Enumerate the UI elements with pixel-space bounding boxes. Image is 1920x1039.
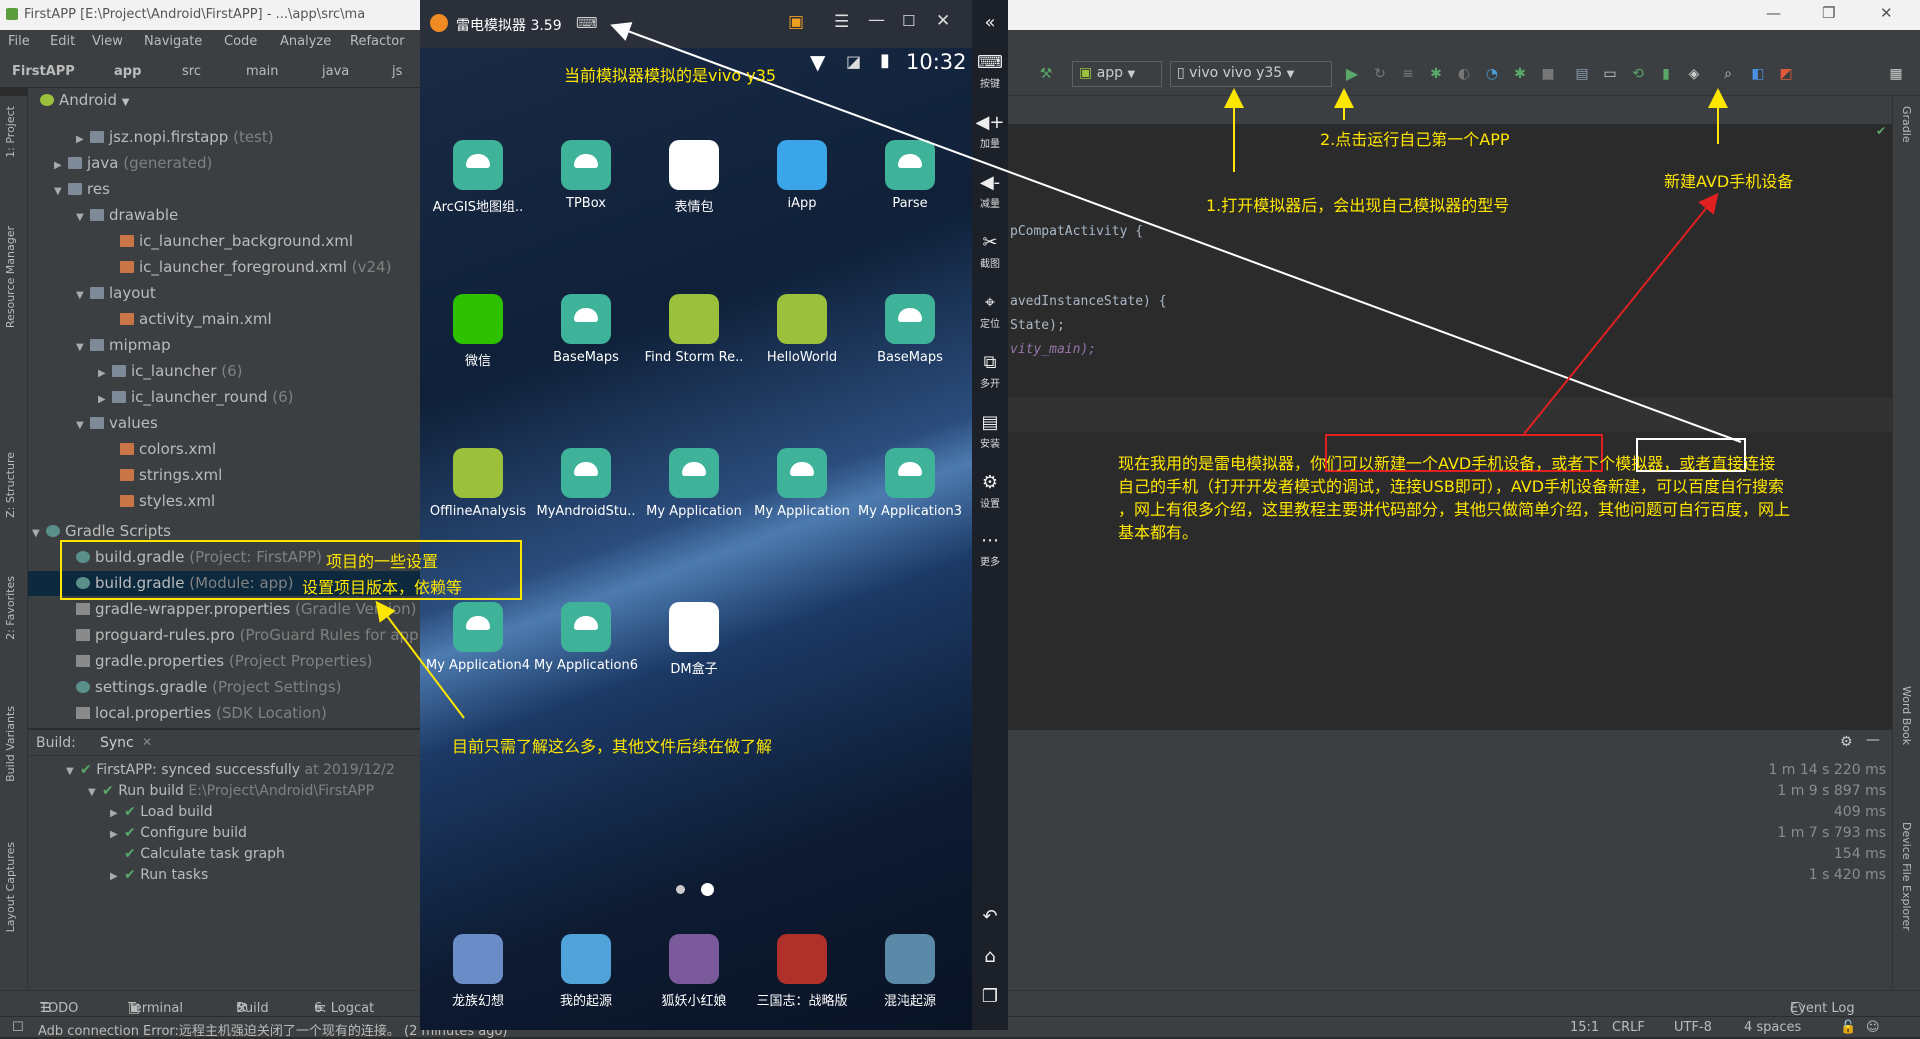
annotation-paragraph-line3: ，网上有很多介绍，这里教程主要讲代码部分，其他只做简单介绍，其他问题可自行百度，… — [1118, 500, 1791, 519]
paragraph-part: 或者 — [1551, 454, 1584, 473]
paragraph-part: 下个模拟器， — [1583, 454, 1680, 473]
annotation-paragraph-line1: 现在我用的是雷电模拟器，你们可以新建一个AVD手机设备，或者下个模拟器，或者直接… — [1118, 452, 1898, 475]
annotation-understand-more: 目前只需了解这么多，其他文件后续在做了解 — [452, 737, 773, 756]
annotation-version-deps: 设置项目版本，依赖等 — [302, 578, 463, 597]
annotation-paragraph: 现在我用的是雷电模拟器，你们可以新建一个AVD手机设备，或者下个模拟器，或者直接… — [1118, 452, 1898, 544]
paragraph-part: 或者直接连接 — [1679, 454, 1776, 473]
paragraph-part: 你们可以新建一个AVD手机设备， — [1310, 454, 1552, 473]
annotation-emulator-model: 当前模拟器模拟的是vivo y35 — [564, 66, 777, 85]
annotation-paragraph-line2: 自己的手机（打开开发者模式的调试，连接USB即可），AVD手机设备新建，可以百度… — [1118, 477, 1785, 496]
arrow-to-gradle-files — [375, 600, 465, 719]
paragraph-part: 现在我用的是雷电模拟器， — [1118, 454, 1311, 473]
annotation-open-emulator: 1.打开模拟器后，会出现自己模拟器的型号 — [1206, 196, 1510, 215]
annotation-project-settings: 项目的一些设置 — [326, 552, 439, 571]
annotation-paragraph-line4: 基本都有。 — [1118, 523, 1199, 542]
annotation-run-app: 2.点击运行自己第一个APP — [1320, 130, 1510, 149]
annotation-new-avd: 新建AVD手机设备 — [1664, 172, 1794, 191]
arrow-to-emulator-title — [610, 22, 1742, 443]
